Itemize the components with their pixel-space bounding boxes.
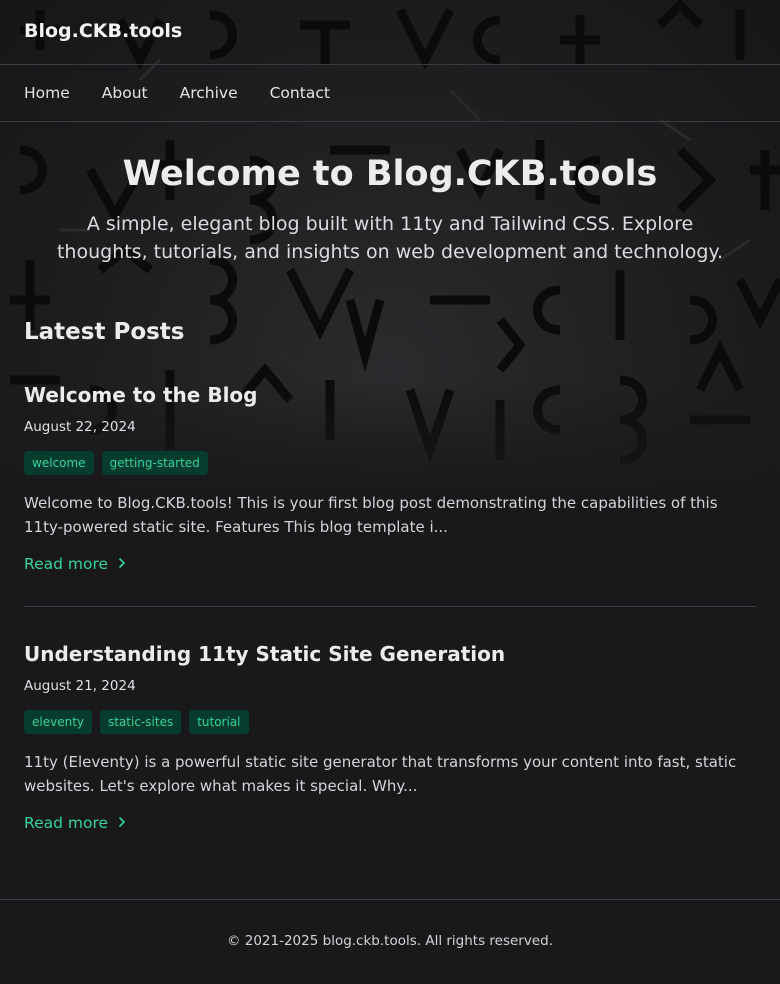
hero-title: Welcome to Blog.CKB.tools <box>122 154 658 194</box>
nav-link-contact[interactable]: Contact <box>270 84 330 102</box>
post-card: Welcome to the Blog August 22, 2024 welc… <box>24 381 756 573</box>
hero-section: Welcome to Blog.CKB.tools A simple, eleg… <box>0 122 780 266</box>
site-brand-link[interactable]: Blog.CKB.tools <box>24 20 182 42</box>
tag-static-sites[interactable]: static-sites <box>100 710 182 734</box>
page-content: Blog.CKB.tools Home About Archive Contac… <box>0 0 780 832</box>
site-footer: © 2021-2025 blog.ckb.tools. All rights r… <box>0 899 780 984</box>
hero-subtitle: A simple, elegant blog built with 11ty a… <box>56 213 724 263</box>
post-divider <box>24 606 756 607</box>
post-excerpt: 11ty (Eleventy) is a powerful static sit… <box>24 753 737 795</box>
post-tags: welcome getting-started <box>24 451 756 475</box>
main-content: Latest Posts Welcome to the Blog August … <box>0 316 780 832</box>
site-header: Blog.CKB.tools <box>0 0 780 65</box>
post-date: August 21, 2024 <box>24 678 136 694</box>
post-excerpt: Welcome to Blog.CKB.tools! This is your … <box>24 494 718 536</box>
chevron-right-icon <box>118 814 126 832</box>
latest-posts-heading: Latest Posts <box>24 319 185 345</box>
tag-getting-started[interactable]: getting-started <box>101 451 208 475</box>
nav-link-home[interactable]: Home <box>24 84 70 102</box>
nav-link-archive[interactable]: Archive <box>180 84 238 102</box>
main-nav: Home About Archive Contact <box>0 65 780 122</box>
post-card: Understanding 11ty Static Site Generatio… <box>24 640 756 832</box>
copyright-text: © 2021-2025 blog.ckb.tools. All rights r… <box>226 933 554 949</box>
tag-tutorial[interactable]: tutorial <box>189 710 249 734</box>
tag-eleventy[interactable]: eleventy <box>24 710 92 734</box>
post-tags: eleventy static-sites tutorial <box>24 710 756 734</box>
read-more-link[interactable]: Read more <box>24 555 126 573</box>
read-more-label: Read more <box>24 814 109 832</box>
tag-welcome[interactable]: welcome <box>24 451 94 475</box>
post-date: August 22, 2024 <box>24 419 136 435</box>
post-title-link[interactable]: Welcome to the Blog <box>24 381 756 409</box>
nav-link-about[interactable]: About <box>102 84 148 102</box>
post-title-link[interactable]: Understanding 11ty Static Site Generatio… <box>24 640 756 668</box>
read-more-link[interactable]: Read more <box>24 814 126 832</box>
chevron-right-icon <box>118 555 126 573</box>
read-more-label: Read more <box>24 555 109 573</box>
